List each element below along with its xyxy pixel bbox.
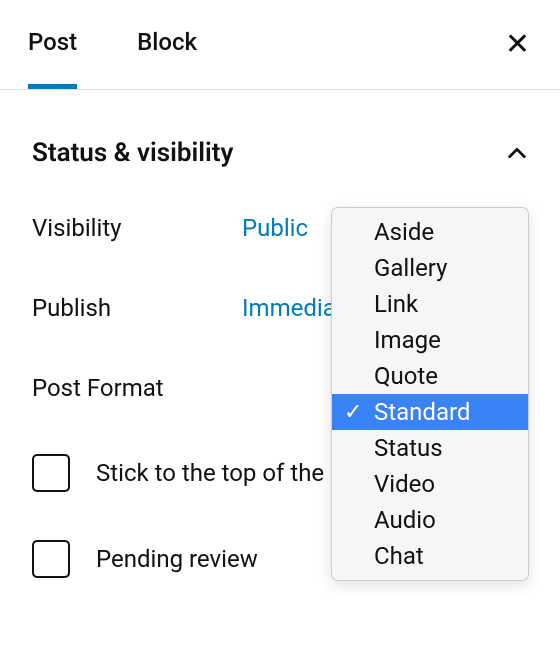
format-option-label: Link bbox=[374, 290, 418, 318]
format-option-label: Quote bbox=[374, 362, 438, 390]
format-option-video[interactable]: Video bbox=[332, 466, 528, 502]
format-option-link[interactable]: Link bbox=[332, 286, 528, 322]
tab-post[interactable]: Post bbox=[28, 0, 77, 89]
stick-top-checkbox[interactable] bbox=[32, 454, 70, 492]
tabs-bar: Post Block ✕ bbox=[0, 0, 560, 90]
tab-block[interactable]: Block bbox=[137, 0, 197, 89]
post-format-label: Post Format bbox=[32, 374, 242, 402]
format-option-label: Status bbox=[374, 434, 443, 462]
section-title: Status & visibility bbox=[32, 138, 233, 168]
format-option-label: Video bbox=[374, 470, 435, 498]
format-option-image[interactable]: Image bbox=[332, 322, 528, 358]
format-option-standard[interactable]: ✓ Standard bbox=[332, 394, 528, 430]
format-option-label: Gallery bbox=[374, 254, 448, 282]
visibility-label: Visibility bbox=[32, 214, 242, 242]
format-option-audio[interactable]: Audio bbox=[332, 502, 528, 538]
close-icon[interactable]: ✕ bbox=[499, 24, 536, 66]
format-option-gallery[interactable]: Gallery bbox=[332, 250, 528, 286]
pending-review-label: Pending review bbox=[96, 545, 258, 573]
format-option-quote[interactable]: Quote bbox=[332, 358, 528, 394]
section-toggle[interactable]: Status & visibility bbox=[32, 138, 528, 168]
visibility-value[interactable]: Public bbox=[242, 214, 308, 242]
format-option-label: Audio bbox=[374, 506, 436, 534]
format-option-aside[interactable]: Aside bbox=[332, 214, 528, 250]
format-option-label: Image bbox=[374, 326, 441, 354]
pending-review-checkbox[interactable] bbox=[32, 540, 70, 578]
format-option-label: Chat bbox=[374, 542, 424, 570]
format-option-chat[interactable]: Chat bbox=[332, 538, 528, 574]
publish-label: Publish bbox=[32, 294, 242, 322]
format-option-label: Aside bbox=[374, 218, 434, 246]
check-icon: ✓ bbox=[344, 400, 362, 425]
post-format-dropdown[interactable]: Aside Gallery Link Image Quote ✓ Standard Statu… bbox=[331, 207, 529, 581]
format-option-label: Standard bbox=[374, 398, 470, 426]
chevron-up-icon bbox=[506, 142, 528, 164]
format-option-status[interactable]: Status bbox=[332, 430, 528, 466]
